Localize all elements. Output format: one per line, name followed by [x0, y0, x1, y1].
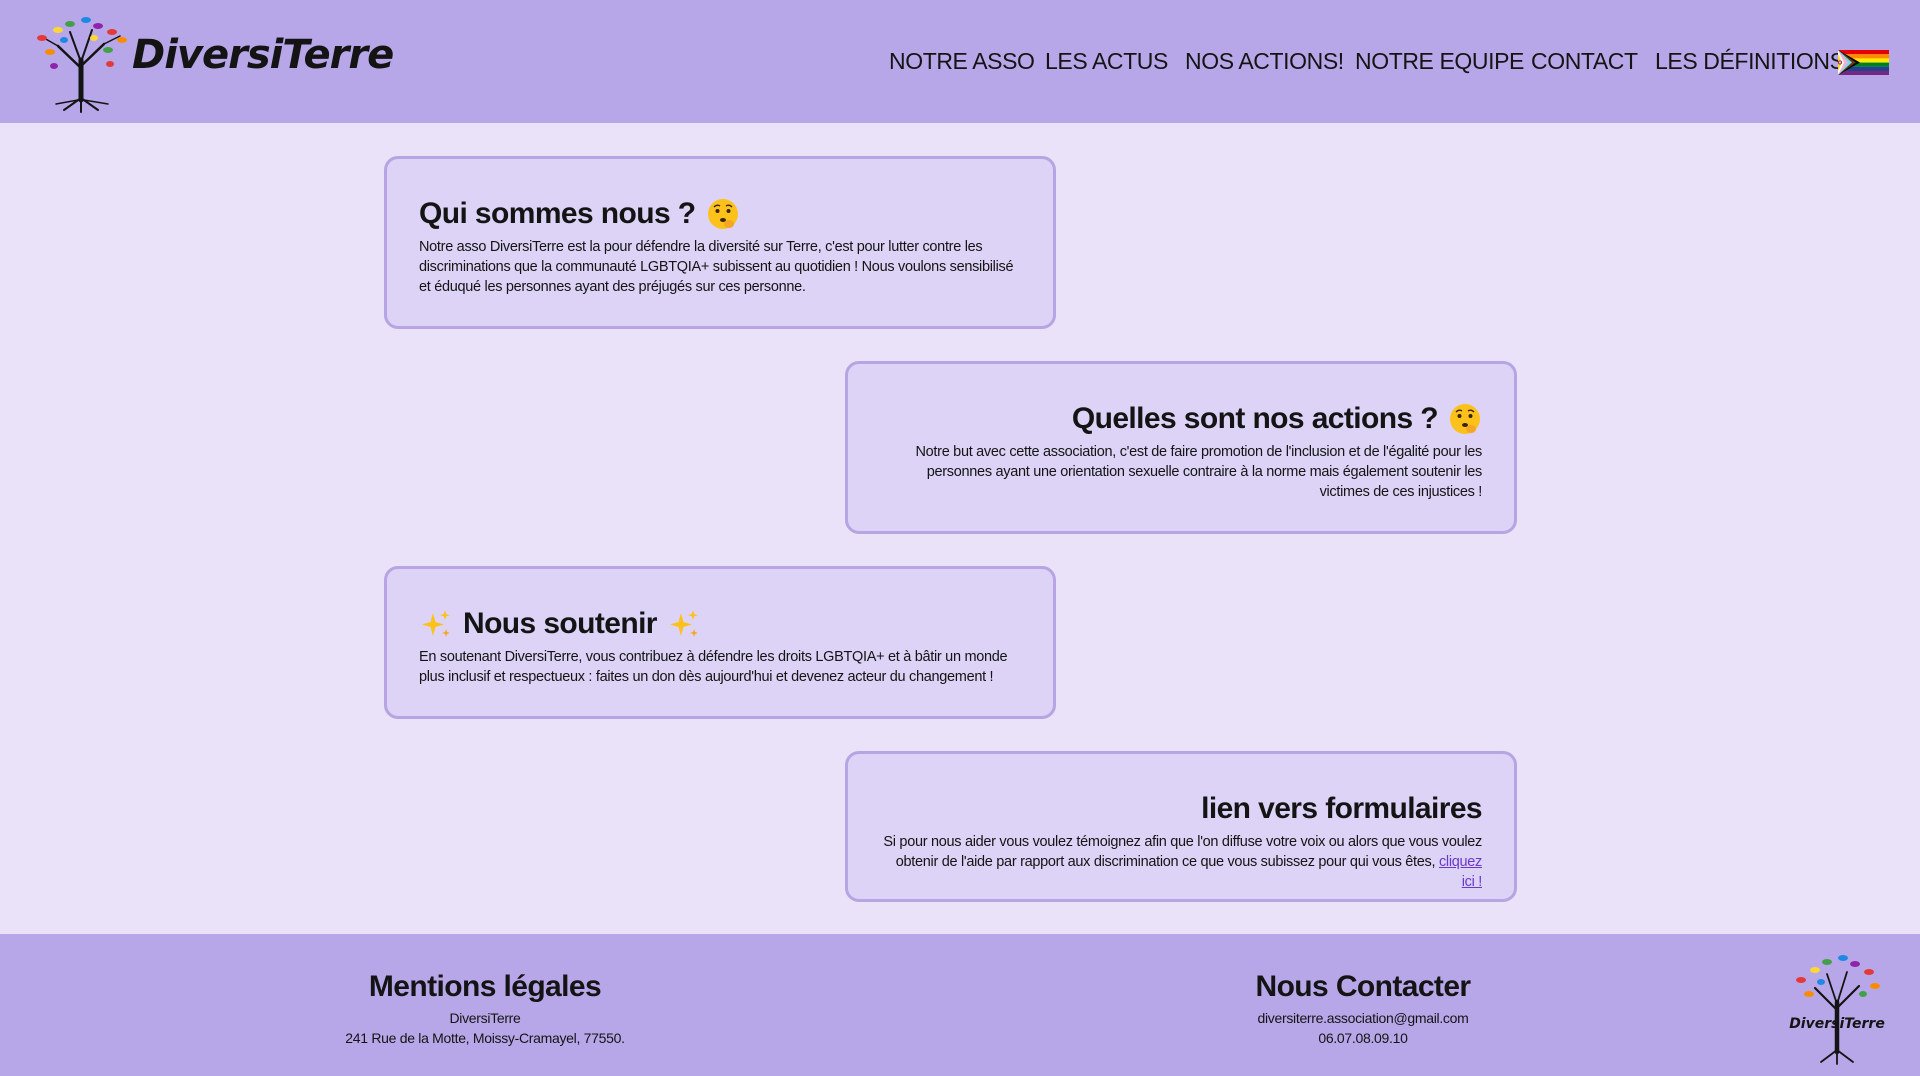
legal-name: DiversiTerre	[449, 1010, 521, 1026]
legal-title: Mentions légales	[368, 970, 602, 1003]
nav-notre-asso[interactable]: NOTRE ASSO	[889, 48, 1035, 75]
card-title-container: Nous soutenir	[419, 605, 1021, 643]
card-support-us: Nous soutenir En soutenant DiversiTerre,…	[384, 566, 1056, 719]
click-here-link[interactable]: cliquez ici !	[1439, 854, 1482, 890]
nav-notre-equipe[interactable]: NOTRE EQUIPE	[1355, 48, 1524, 75]
nav-nos-actions[interactable]: NOS ACTIONS!	[1185, 48, 1344, 75]
nav-les-actus[interactable]: LES ACTUS	[1045, 48, 1168, 75]
thinking-face-icon	[1450, 404, 1480, 434]
card-forms-link: lien vers formulaires Si pour nous aider…	[845, 751, 1517, 902]
card-title-container: lien vers formulaires	[880, 790, 1482, 828]
card-text: Notre but avec cette association, c'est …	[915, 444, 1483, 500]
card-title: Nous soutenir	[463, 607, 657, 640]
site-header: DiversiTerre NOTRE ASSO LES ACTUS NOS AC…	[0, 0, 1920, 123]
sparkles-icon	[669, 610, 698, 637]
progress-pride-flag-icon	[1838, 50, 1889, 75]
contact-section: Nous Contacter diversiterre.association@…	[1213, 968, 1513, 1048]
sparkles-icon	[422, 610, 450, 637]
footer-logo-text: DiversiTerre	[1789, 1016, 1885, 1032]
legal-section: Mentions légales DiversiTerre 241 Rue de…	[330, 968, 640, 1048]
thinking-face-icon	[707, 199, 738, 229]
legal-address: 241 Rue de la Motte, Moissy-Cramayel, 77…	[345, 1030, 625, 1046]
card-text: En soutenant DiversiTerre, vous contribu…	[419, 649, 1008, 685]
card-who-are-we: Qui sommes nous ? Notre asso DiversiTerr…	[384, 156, 1056, 329]
card-title-container: Qui sommes nous ?	[419, 195, 1021, 233]
card-title-container: Quelles sont nos actions ?	[880, 400, 1482, 438]
card-title: Qui sommes nous ?	[419, 197, 696, 230]
site-footer: Mentions légales DiversiTerre 241 Rue de…	[0, 934, 1920, 1076]
contact-email[interactable]: diversiterre.association@gmail.com	[1213, 1008, 1513, 1028]
card-title: Quelles sont nos actions ?	[1071, 402, 1439, 435]
nav-les-definitions[interactable]: LES DÉFINITIONS	[1655, 48, 1845, 75]
footer-tree-logo-icon: DiversiTerre	[1789, 955, 1885, 1065]
nav-contact[interactable]: CONTACT	[1531, 48, 1638, 75]
card-text: Si pour nous aider vous voulez témoignez…	[880, 832, 1482, 892]
card-text: Notre asso DiversiTerre est la pour défe…	[419, 239, 1014, 295]
card-our-actions: Quelles sont nos actions ? Notre but ave…	[845, 361, 1517, 534]
contact-phone[interactable]: 06.07.08.09.10	[1213, 1028, 1513, 1048]
contact-title: Nous Contacter	[1255, 970, 1472, 1003]
card-text-body: Si pour nous aider vous voulez témoignez…	[883, 834, 1482, 870]
card-title: lien vers formulaires	[1201, 792, 1482, 825]
main-nav: NOTRE ASSO LES ACTUS NOS ACTIONS! NOTRE …	[0, 48, 1920, 84]
